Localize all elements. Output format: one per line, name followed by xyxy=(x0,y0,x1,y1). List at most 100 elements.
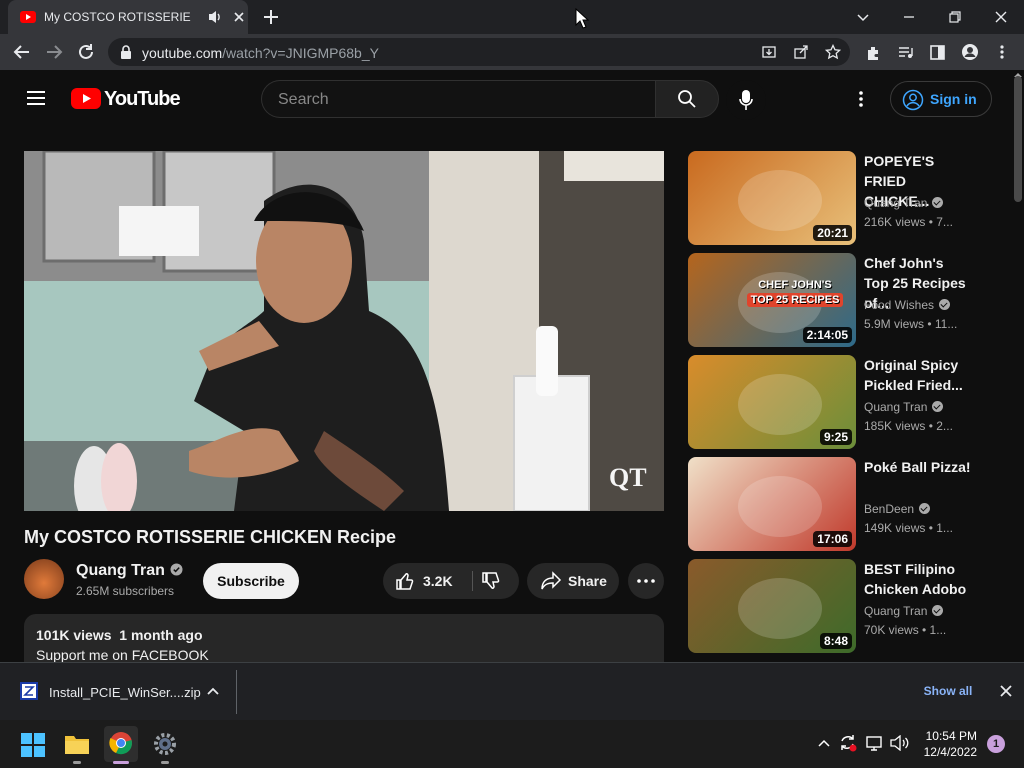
share-arrow-icon xyxy=(541,571,562,590)
video-frame-image: QT xyxy=(24,151,664,511)
tray-overflow-chevron-icon[interactable] xyxy=(817,738,831,748)
voice-search-button[interactable] xyxy=(726,80,766,120)
scrollbar-thumb[interactable] xyxy=(1014,76,1022,202)
video-thumbnail[interactable]: 8:48 xyxy=(688,559,856,653)
recommendation-item[interactable]: 8:48 BEST Filipino Chicken Adobo Quang Tra… xyxy=(688,559,1008,653)
restore-icon[interactable] xyxy=(944,6,966,28)
recommendation-channel[interactable]: Quang Tran xyxy=(864,196,944,210)
file-explorer-icon[interactable] xyxy=(64,732,90,756)
recommendation-menu-icon[interactable] xyxy=(994,459,1000,475)
mouse-cursor-icon xyxy=(575,8,590,29)
youtube-masthead: YouTube Search Sign in xyxy=(0,70,1012,126)
verified-check-icon xyxy=(932,401,944,412)
recommendation-item[interactable]: CHEF JOHN'S TOP 25 RECIPES 2:14:05 Chef Joh… xyxy=(688,253,1008,347)
reload-icon[interactable] xyxy=(77,43,97,61)
recommendation-meta: 70K views • 1... xyxy=(864,623,947,637)
hamburger-menu-icon[interactable] xyxy=(26,90,46,106)
share-label: Share xyxy=(568,573,607,589)
video-player[interactable]: QT xyxy=(24,151,664,511)
recommendation-menu-icon[interactable] xyxy=(994,561,1000,577)
video-duration: 20:21 xyxy=(813,225,852,241)
side-panel-icon[interactable] xyxy=(929,44,946,61)
tab-title: My COSTCO ROTISSERIE CHICKEN Recipe - Yo… xyxy=(44,10,194,24)
forward-icon[interactable] xyxy=(44,43,64,61)
search-input[interactable]: Search xyxy=(261,80,656,118)
back-icon[interactable] xyxy=(12,43,32,61)
like-icon[interactable] xyxy=(395,571,415,591)
share-page-icon[interactable] xyxy=(793,44,809,60)
tab-search-icon[interactable] xyxy=(852,6,874,28)
recommendation-menu-icon[interactable] xyxy=(994,255,1000,271)
microphone-icon xyxy=(739,90,753,110)
video-thumbnail[interactable]: 20:21 xyxy=(688,151,856,245)
recommendation-item[interactable]: 17:06 Poké Ball Pizza! BenDeen 149K views •… xyxy=(688,457,1008,551)
recommendation-channel[interactable]: Quang Tran xyxy=(864,604,944,618)
recommendation-title[interactable]: Poké Ball Pizza! xyxy=(864,457,972,477)
video-thumbnail[interactable]: CHEF JOHN'S TOP 25 RECIPES 2:14:05 xyxy=(688,253,856,347)
download-divider xyxy=(236,670,237,714)
subscriber-count: 2.65M subscribers xyxy=(76,584,175,598)
description-text: Support me on FACEBOOK xyxy=(36,647,209,662)
close-window-icon[interactable] xyxy=(990,6,1012,28)
taskbar-date[interactable]: 12/4/2022 xyxy=(917,745,977,759)
recommendation-channel[interactable]: Food Wishes xyxy=(864,298,951,312)
notification-badge[interactable]: 1 xyxy=(987,735,1005,753)
download-file-name[interactable]: Install_PCIE_WinSer....zip xyxy=(49,685,201,700)
new-tab-icon[interactable] xyxy=(262,8,280,26)
recommendation-item[interactable]: 20:21 POPEYE'S FRIED CHICKE... Quang Tran 2… xyxy=(688,151,1008,245)
lock-icon[interactable] xyxy=(120,45,132,59)
sign-in-button[interactable]: Sign in xyxy=(890,81,992,117)
media-control-icon[interactable] xyxy=(897,44,914,61)
like-count[interactable]: 3.2K xyxy=(423,573,453,589)
tab-close-icon[interactable] xyxy=(232,9,246,25)
tab-audio-icon[interactable] xyxy=(208,9,222,25)
install-app-icon[interactable] xyxy=(761,44,777,60)
recommendation-title[interactable]: BEST Filipino Chicken Adobo xyxy=(864,559,972,599)
settings-gear-icon[interactable] xyxy=(153,732,177,756)
share-button[interactable]: Share xyxy=(527,563,619,599)
recommendation-menu-icon[interactable] xyxy=(994,153,1000,169)
browser-menu-icon[interactable] xyxy=(996,43,1008,61)
close-download-bar-icon[interactable] xyxy=(999,684,1013,698)
address-bar[interactable]: youtube.com/watch?v=JNIGMP68b_Y xyxy=(108,38,850,66)
youtube-logo-text[interactable]: YouTube xyxy=(104,88,181,111)
recommendation-title[interactable]: Original Spicy Pickled Fried... xyxy=(864,355,972,395)
recommendation-meta: 149K views • 1... xyxy=(864,521,953,535)
video-thumbnail[interactable]: 9:25 xyxy=(688,355,856,449)
browser-tab[interactable]: My COSTCO ROTISSERIE CHICKEN Recipe - Yo… xyxy=(8,0,248,34)
sign-in-label: Sign in xyxy=(930,91,977,107)
zip-file-icon xyxy=(20,682,38,700)
recommendation-item[interactable]: 9:25 Original Spicy Pickled Fried... Quang… xyxy=(688,355,1008,449)
channel-avatar[interactable] xyxy=(24,559,64,599)
bookmark-star-icon[interactable] xyxy=(825,44,841,60)
chrome-icon[interactable] xyxy=(109,731,133,755)
dislike-icon[interactable] xyxy=(481,571,501,591)
more-actions-button[interactable] xyxy=(628,563,664,599)
video-duration: 17:06 xyxy=(813,531,852,547)
video-duration: 8:48 xyxy=(819,633,852,649)
minimize-icon[interactable] xyxy=(898,6,920,28)
verified-check-icon xyxy=(932,197,944,208)
recommendation-meta: 5.9M views • 11... xyxy=(864,317,958,331)
settings-menu-icon[interactable] xyxy=(857,90,865,108)
recommendation-menu-icon[interactable] xyxy=(994,357,1000,373)
video-thumbnail[interactable]: 17:06 xyxy=(688,457,856,551)
recommendation-channel[interactable]: Quang Tran xyxy=(864,400,944,414)
search-button[interactable] xyxy=(655,80,719,118)
description-box[interactable]: 101K views 1 month ago Support me on FAC… xyxy=(24,614,664,662)
sync-alert-icon[interactable] xyxy=(838,734,858,752)
download-options-chevron-icon[interactable] xyxy=(206,686,220,696)
taskbar-time[interactable]: 10:54 PM xyxy=(925,729,977,743)
extensions-icon[interactable] xyxy=(865,44,882,61)
account-circle-icon xyxy=(902,89,924,111)
subscribe-button[interactable]: Subscribe xyxy=(203,563,299,599)
windows-start-icon[interactable] xyxy=(21,733,45,757)
show-all-downloads-button[interactable]: Show all xyxy=(912,676,984,706)
profile-icon[interactable] xyxy=(961,43,979,61)
volume-icon[interactable] xyxy=(890,735,910,751)
channel-name[interactable]: Quang Tran xyxy=(76,562,183,580)
youtube-logo-icon[interactable] xyxy=(71,88,101,109)
recommendation-channel[interactable]: BenDeen xyxy=(864,502,931,516)
search-placeholder: Search xyxy=(278,91,329,108)
network-icon[interactable] xyxy=(866,735,884,751)
